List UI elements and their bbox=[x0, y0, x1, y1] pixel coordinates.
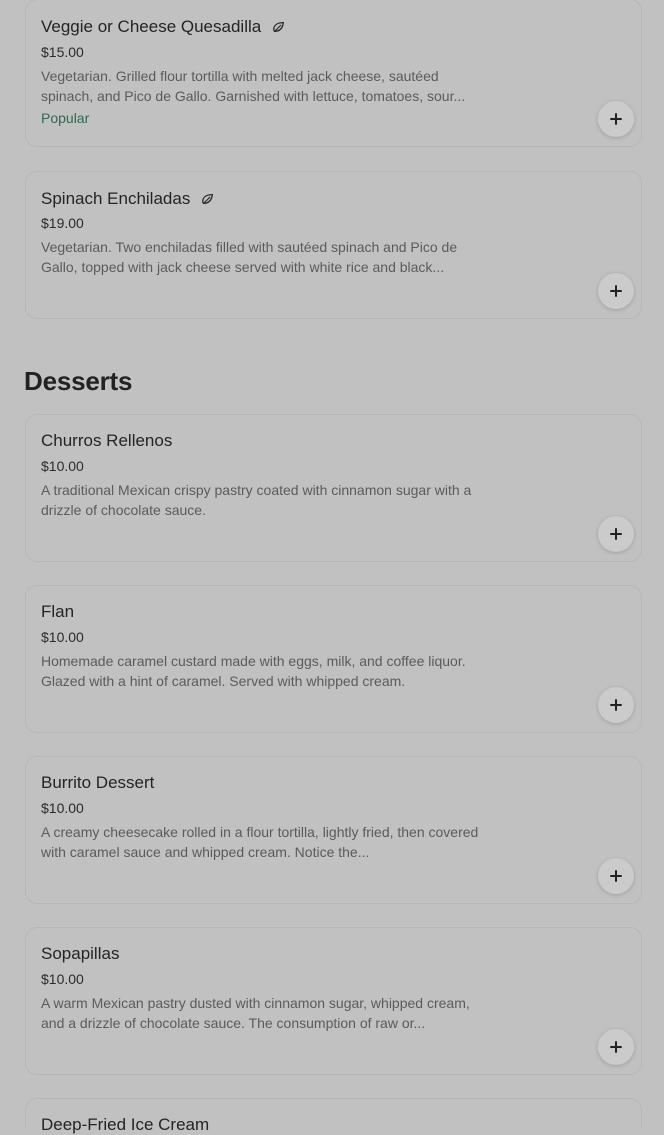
menu-item-name-text: Spinach Enchiladas bbox=[41, 189, 191, 208]
add-item-button[interactable] bbox=[598, 858, 634, 894]
menu-item-description: Vegetarian. Two enchiladas filled with s… bbox=[41, 239, 458, 275]
menu-item-description: A warm Mexican pastry dusted with cinnam… bbox=[41, 995, 470, 1031]
menu-item-name-text: Veggie or Cheese Quesadilla bbox=[41, 17, 262, 36]
menu-item-name: Spinach Enchiladas bbox=[41, 189, 215, 209]
add-item-button[interactable] bbox=[598, 516, 634, 552]
menu-item-card[interactable]: Spinach Enchiladas $19.00 Vegetarian. Tw… bbox=[25, 171, 642, 319]
menu-item-description: A creamy cheesecake rolled in a flour to… bbox=[41, 824, 479, 860]
leaf-icon bbox=[202, 193, 214, 205]
menu-item-description: Homemade caramel custard made with eggs,… bbox=[41, 653, 466, 689]
menu-item-description: Vegetarian. Grilled flour tortilla with … bbox=[41, 68, 466, 104]
menu-item-card[interactable]: Veggie or Cheese Quesadilla $15.00 Veget… bbox=[25, 0, 642, 147]
menu-item-price: $10.00 bbox=[41, 971, 84, 987]
menu-item-price: $19.00 bbox=[41, 215, 84, 231]
menu-item-card[interactable]: Burrito Dessert $10.00 A creamy cheeseca… bbox=[25, 756, 642, 904]
menu-item-card[interactable]: Sopapillas $10.00 A warm Mexican pastry … bbox=[25, 927, 642, 1075]
menu-item-card[interactable]: Deep-Fried Ice Cream bbox=[25, 1098, 642, 1134]
menu-page: Veggie or Cheese Quesadilla $15.00 Veget… bbox=[0, 0, 664, 1134]
popular-badge: Popular bbox=[41, 110, 90, 126]
menu-item-name: Burrito Dessert bbox=[41, 773, 155, 792]
plus-icon bbox=[610, 113, 622, 125]
add-item-button[interactable] bbox=[598, 101, 634, 137]
menu-item-price: $10.00 bbox=[41, 800, 84, 816]
menu-item-name: Sopapillas bbox=[41, 944, 120, 963]
add-item-button[interactable] bbox=[598, 273, 634, 309]
menu-item-card[interactable]: Churros Rellenos $10.00 A traditional Me… bbox=[25, 414, 642, 562]
leaf-icon bbox=[273, 21, 284, 33]
plus-icon bbox=[610, 870, 622, 882]
add-item-button[interactable] bbox=[598, 1029, 634, 1065]
menu-item-name: Deep-Fried Ice Cream bbox=[41, 1115, 210, 1134]
section-title: Desserts bbox=[24, 366, 133, 396]
menu-item-price: $10.00 bbox=[41, 629, 84, 645]
menu-item-price: $10.00 bbox=[41, 458, 84, 474]
menu-item-price: $15.00 bbox=[41, 44, 84, 60]
menu-item-description: A traditional Mexican crispy pastry coat… bbox=[41, 482, 472, 518]
menu-item-name: Churros Rellenos bbox=[41, 431, 173, 450]
menu-item-card[interactable]: Flan $10.00 Homemade caramel custard mad… bbox=[25, 585, 642, 733]
plus-icon bbox=[610, 699, 622, 711]
plus-icon bbox=[610, 528, 622, 540]
add-item-button[interactable] bbox=[598, 687, 634, 723]
plus-icon bbox=[610, 1041, 622, 1053]
menu-item-name: Flan bbox=[41, 602, 75, 621]
plus-icon bbox=[610, 285, 622, 297]
menu-item-name: Veggie or Cheese Quesadilla bbox=[41, 17, 286, 37]
